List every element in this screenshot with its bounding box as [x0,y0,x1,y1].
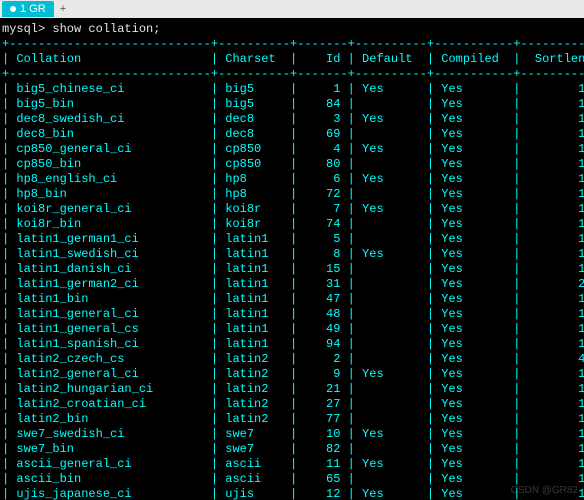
terminal-line: | ujis_japanese_ci | ujis | 12 | Yes | Y… [2,487,582,500]
terminal-line: | latin1_general_cs | latin1 | 49 | | Ye… [2,322,582,337]
terminal-tab[interactable]: 1 GR [2,1,54,17]
terminal-line: | big5_bin | big5 | 84 | | Yes | 1 | [2,97,582,112]
terminal-line: | swe7_swedish_ci | swe7 | 10 | Yes | Ye… [2,427,582,442]
terminal-line: | ascii_bin | ascii | 65 | | Yes | 1 | [2,472,582,487]
tab-status-dot [10,6,16,12]
terminal-line: | latin2_bin | latin2 | 77 | | Yes | 1 | [2,412,582,427]
terminal-line: mysql> show collation; [2,22,582,37]
terminal-line: | latin1_spanish_ci | latin1 | 94 | | Ye… [2,337,582,352]
terminal-line: | hp8_english_ci | hp8 | 6 | Yes | Yes |… [2,172,582,187]
terminal-line: +----------------------------+----------… [2,37,582,52]
terminal-line: | koi8r_general_ci | koi8r | 7 | Yes | Y… [2,202,582,217]
tab-label: 1 GR [20,3,46,15]
terminal-line: | latin1_german1_ci | latin1 | 5 | | Yes… [2,232,582,247]
terminal-line: | latin2_croatian_ci | latin2 | 27 | | Y… [2,397,582,412]
terminal-line: | hp8_bin | hp8 | 72 | | Yes | 1 | [2,187,582,202]
terminal-line: | Collation | Charset | Id | Default | C… [2,52,582,67]
terminal-line: | latin2_general_ci | latin2 | 9 | Yes |… [2,367,582,382]
terminal-line: | latin1_german2_ci | latin1 | 31 | | Ye… [2,277,582,292]
terminal-line: | latin1_bin | latin1 | 47 | | Yes | 1 | [2,292,582,307]
terminal-line: | latin1_swedish_ci | latin1 | 8 | Yes |… [2,247,582,262]
terminal-line: | cp850_general_ci | cp850 | 4 | Yes | Y… [2,142,582,157]
terminal-line: | koi8r_bin | koi8r | 74 | | Yes | 1 | [2,217,582,232]
terminal-line: | big5_chinese_ci | big5 | 1 | Yes | Yes… [2,82,582,97]
terminal-line: | dec8_swedish_ci | dec8 | 3 | Yes | Yes… [2,112,582,127]
terminal-line: +----------------------------+----------… [2,67,582,82]
terminal-line: | latin2_czech_cs | latin2 | 2 | | Yes |… [2,352,582,367]
window-titlebar: 1 GR + [0,0,584,18]
terminal-line: | latin2_hungarian_ci | latin2 | 21 | | … [2,382,582,397]
terminal-line: | latin1_general_ci | latin1 | 48 | | Ye… [2,307,582,322]
terminal-output[interactable]: mysql> show collation;+-----------------… [0,18,584,500]
terminal-line: | ascii_general_ci | ascii | 11 | Yes | … [2,457,582,472]
terminal-line: | swe7_bin | swe7 | 82 | | Yes | 1 | [2,442,582,457]
terminal-line: | cp850_bin | cp850 | 80 | | Yes | 1 | [2,157,582,172]
new-tab-button[interactable]: + [54,3,72,15]
terminal-line: | dec8_bin | dec8 | 69 | | Yes | 1 | [2,127,582,142]
terminal-line: | latin1_danish_ci | latin1 | 15 | | Yes… [2,262,582,277]
watermark: CSDN @GR82 [511,485,578,496]
